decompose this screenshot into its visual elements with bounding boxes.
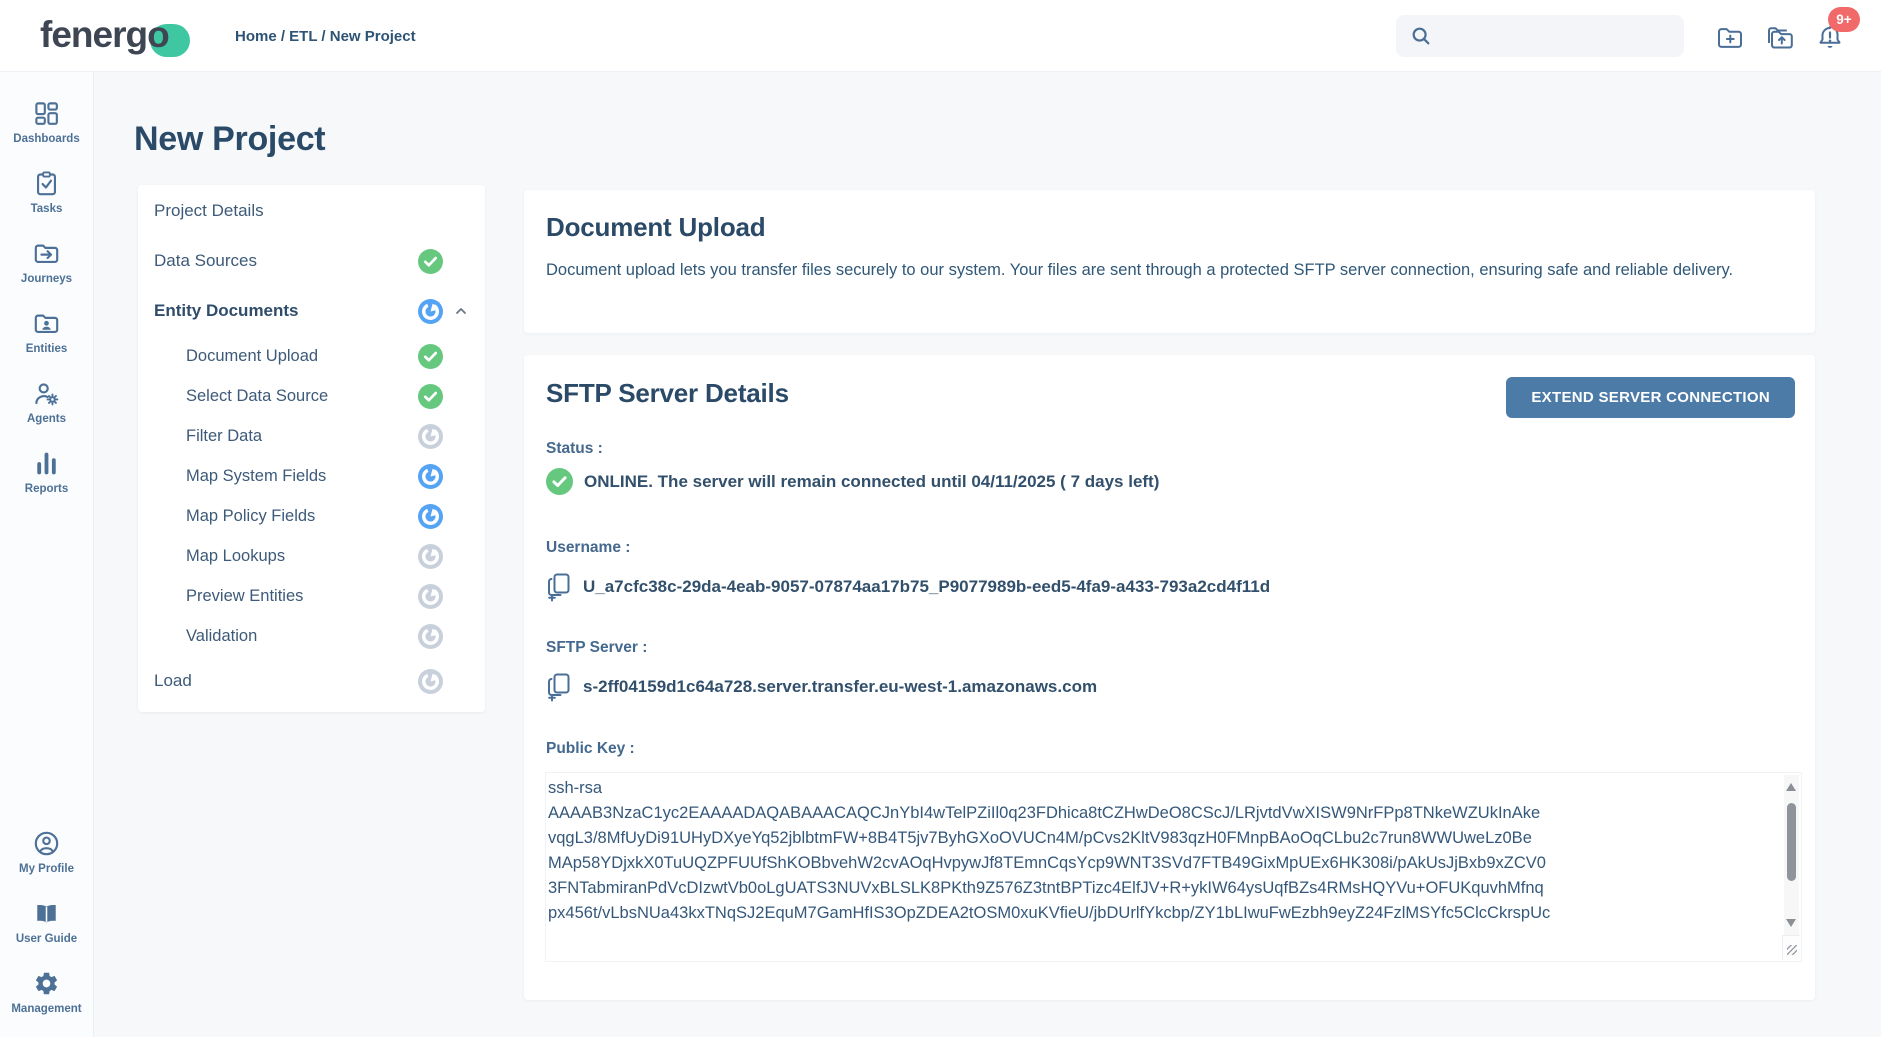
logo-text: fenerg xyxy=(40,14,147,55)
step-in-progress-icon xyxy=(418,504,443,529)
sidebar-label: Dashboards xyxy=(13,133,79,145)
reports-icon xyxy=(33,450,60,477)
step-select-data-source[interactable]: Select Data Source xyxy=(138,376,485,416)
username-value: U_a7cfc38c-29da-4eab-9057-07874aa17b75_P… xyxy=(583,577,1270,597)
step-pending-icon xyxy=(418,584,443,609)
section-heading: Document Upload xyxy=(546,212,1793,243)
status-message: ONLINE. The server will remain connected… xyxy=(584,472,1159,492)
document-upload-intro-card: Document Upload Document upload lets you… xyxy=(524,190,1815,333)
fenergo-logo[interactable]: fenergo xyxy=(40,14,169,58)
step-pending-icon xyxy=(418,624,443,649)
username-label: Username : xyxy=(546,539,630,557)
folder-plus-icon xyxy=(1714,21,1746,53)
step-entity-documents[interactable]: Entity Documents xyxy=(138,286,485,336)
sidebar-item-my-profile[interactable]: My Profile xyxy=(19,830,74,875)
sidebar-label: Tasks xyxy=(31,203,63,215)
sidebar-item-tasks[interactable]: Tasks xyxy=(31,170,63,215)
step-project-details[interactable]: Project Details xyxy=(138,186,485,236)
scrollbar[interactable] xyxy=(1784,775,1799,935)
sidebar-label: User Guide xyxy=(16,933,77,945)
book-icon xyxy=(33,900,60,927)
breadcrumb[interactable]: Home / ETL / New Project xyxy=(235,0,416,72)
step-document-upload[interactable]: Document Upload xyxy=(138,336,485,376)
notification-badge: 9+ xyxy=(1828,7,1860,32)
entities-icon xyxy=(33,310,60,337)
step-pending-icon xyxy=(418,544,443,569)
sidebar-item-agents[interactable]: Agents xyxy=(27,380,66,425)
copy-icon xyxy=(546,572,572,602)
search-input[interactable] xyxy=(1442,28,1670,45)
extend-server-connection-button[interactable]: EXTEND SERVER CONNECTION xyxy=(1506,377,1795,418)
scroll-up-arrow[interactable] xyxy=(1786,783,1796,791)
public-key-text[interactable]: ssh-rsa AAAAB3NzaC1yc2EAAAADAQABAAACAQCJ… xyxy=(548,776,1779,957)
copy-username-button[interactable] xyxy=(546,572,572,602)
sidebar-label: Reports xyxy=(25,483,68,495)
step-validation[interactable]: Validation xyxy=(138,616,485,656)
scrollbar-thumb[interactable] xyxy=(1787,803,1796,881)
step-filter-data[interactable]: Filter Data xyxy=(138,416,485,456)
sidebar-label: Journeys xyxy=(21,273,72,285)
step-pending-icon xyxy=(418,669,443,694)
sidebar-label: My Profile xyxy=(19,863,74,875)
section-description: Document upload lets you transfer files … xyxy=(546,255,1781,285)
server-row: s-2ff04159d1c64a728.server.transfer.eu-w… xyxy=(546,672,1097,702)
sftp-details-card: SFTP Server Details EXTEND SERVER CONNEC… xyxy=(524,355,1815,1000)
step-done-icon xyxy=(418,344,443,369)
search-icon xyxy=(1410,25,1432,47)
upload-folder-button[interactable] xyxy=(1764,21,1796,53)
logo-o: o xyxy=(147,14,169,55)
sidebar-label: Management xyxy=(11,1003,81,1015)
copy-server-button[interactable] xyxy=(546,672,572,702)
page-title: New Project xyxy=(134,120,325,159)
step-in-progress-icon xyxy=(418,464,443,489)
resize-handle[interactable] xyxy=(1782,935,1800,960)
left-sidebar: Dashboards Tasks Journeys Entities xyxy=(0,72,94,1037)
step-pending-icon xyxy=(418,424,443,449)
sidebar-item-entities[interactable]: Entities xyxy=(26,310,68,355)
step-preview-entities[interactable]: Preview Entities xyxy=(138,576,485,616)
wizard-steps-panel: Project Details Data Sources Entity Docu… xyxy=(138,185,485,712)
sftp-heading: SFTP Server Details xyxy=(546,378,789,409)
online-check-icon xyxy=(546,468,573,495)
username-row: U_a7cfc38c-29da-4eab-9057-07874aa17b75_P… xyxy=(546,572,1270,602)
profile-icon xyxy=(33,830,60,857)
sidebar-item-management[interactable]: Management xyxy=(11,970,81,1015)
search-box[interactable] xyxy=(1396,15,1684,57)
sidebar-item-journeys[interactable]: Journeys xyxy=(21,240,72,285)
dashboards-icon xyxy=(33,100,60,127)
step-done-icon xyxy=(418,384,443,409)
status-row: ONLINE. The server will remain connected… xyxy=(546,468,1159,495)
sidebar-label: Agents xyxy=(27,413,66,425)
step-map-lookups[interactable]: Map Lookups xyxy=(138,536,485,576)
step-load[interactable]: Load xyxy=(138,656,485,706)
status-label: Status : xyxy=(546,440,603,458)
step-data-sources[interactable]: Data Sources xyxy=(138,236,485,286)
gear-icon xyxy=(33,970,60,997)
journeys-icon xyxy=(33,240,60,267)
step-map-system-fields[interactable]: Map System Fields xyxy=(138,456,485,496)
sidebar-item-dashboards[interactable]: Dashboards xyxy=(13,100,79,145)
agents-icon xyxy=(33,380,60,407)
step-in-progress-icon xyxy=(418,299,443,324)
create-folder-button[interactable] xyxy=(1714,21,1746,53)
tasks-icon xyxy=(33,170,60,197)
sidebar-item-user-guide[interactable]: User Guide xyxy=(16,900,77,945)
public-key-label: Public Key : xyxy=(546,740,635,758)
public-key-textarea[interactable]: ssh-rsa AAAAB3NzaC1yc2EAAAADAQABAAACAQCJ… xyxy=(545,772,1802,962)
copy-icon xyxy=(546,672,572,702)
top-header: fenergo Home / ETL / New Project xyxy=(0,0,1881,72)
sidebar-item-reports[interactable]: Reports xyxy=(25,450,68,495)
server-value: s-2ff04159d1c64a728.server.transfer.eu-w… xyxy=(583,677,1097,697)
step-done-icon xyxy=(418,249,443,274)
sidebar-label: Entities xyxy=(26,343,68,355)
folder-upload-icon xyxy=(1764,21,1796,53)
server-label: SFTP Server : xyxy=(546,639,647,657)
scroll-down-arrow[interactable] xyxy=(1786,919,1796,927)
chevron-up-icon[interactable] xyxy=(453,303,469,319)
step-map-policy-fields[interactable]: Map Policy Fields xyxy=(138,496,485,536)
